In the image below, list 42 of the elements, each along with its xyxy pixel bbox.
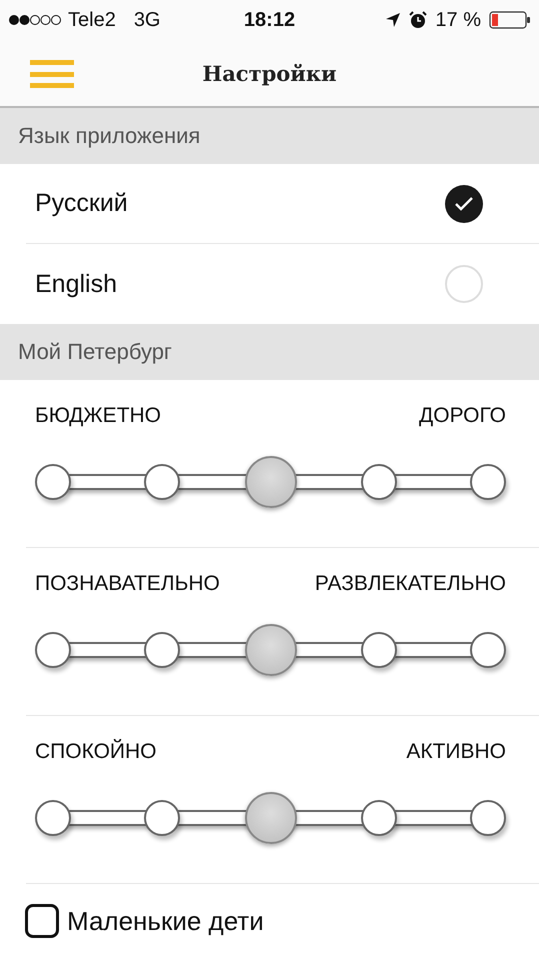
radio-button[interactable] <box>445 265 483 303</box>
slider-thumb[interactable] <box>244 624 296 676</box>
slider-min-label: БЮДЖЕТНО <box>35 404 162 428</box>
slider-stop <box>35 632 71 668</box>
slider-stop <box>144 464 180 500</box>
language-option[interactable]: Русский <box>26 189 128 218</box>
alarm-clock-icon <box>409 11 428 29</box>
carrier-name: Tele2 <box>68 8 116 32</box>
slider-stop <box>470 632 506 668</box>
slider-max-label: АКТИВНО <box>406 740 506 764</box>
radio-button[interactable] <box>445 184 483 222</box>
slider-stop <box>35 464 71 500</box>
slider-stop <box>361 464 398 500</box>
language-option[interactable]: English <box>26 270 117 298</box>
battery-percent: 17 % <box>435 8 481 32</box>
status-time: 18:12 <box>242 8 296 32</box>
network-type: 3G <box>134 8 160 32</box>
slider-stop <box>144 800 180 836</box>
slider[interactable] <box>35 454 506 510</box>
slider-stop <box>470 800 506 836</box>
slider-stop <box>35 800 71 836</box>
section-header: Мой Петербург <box>0 324 539 380</box>
signal-icon <box>8 14 62 26</box>
slider-min-label: СПОКОЙНО <box>35 740 157 764</box>
slider-stop <box>144 632 180 668</box>
slider-max-label: РАЗВЛЕКАТЕЛЬНО <box>314 572 506 596</box>
section-header: Язык приложения <box>0 108 539 164</box>
checkbox-label: Маленькие дети <box>67 906 264 936</box>
slider-max-label: ДОРОГО <box>419 404 506 428</box>
checkmark-icon <box>454 196 474 212</box>
location-arrow-icon <box>385 12 402 28</box>
slider-stop <box>361 800 398 836</box>
slider-min-label: ПОЗНАВАТЕЛЬНО <box>35 572 220 596</box>
battery-icon <box>489 11 531 29</box>
slider-thumb[interactable] <box>244 456 296 508</box>
page-title: Настройки <box>202 60 337 86</box>
slider-thumb[interactable] <box>244 792 296 844</box>
checkbox[interactable] <box>25 904 59 938</box>
slider-stop <box>361 632 398 668</box>
slider[interactable] <box>35 790 506 846</box>
slider[interactable] <box>35 622 506 678</box>
slider-stop <box>470 464 506 500</box>
